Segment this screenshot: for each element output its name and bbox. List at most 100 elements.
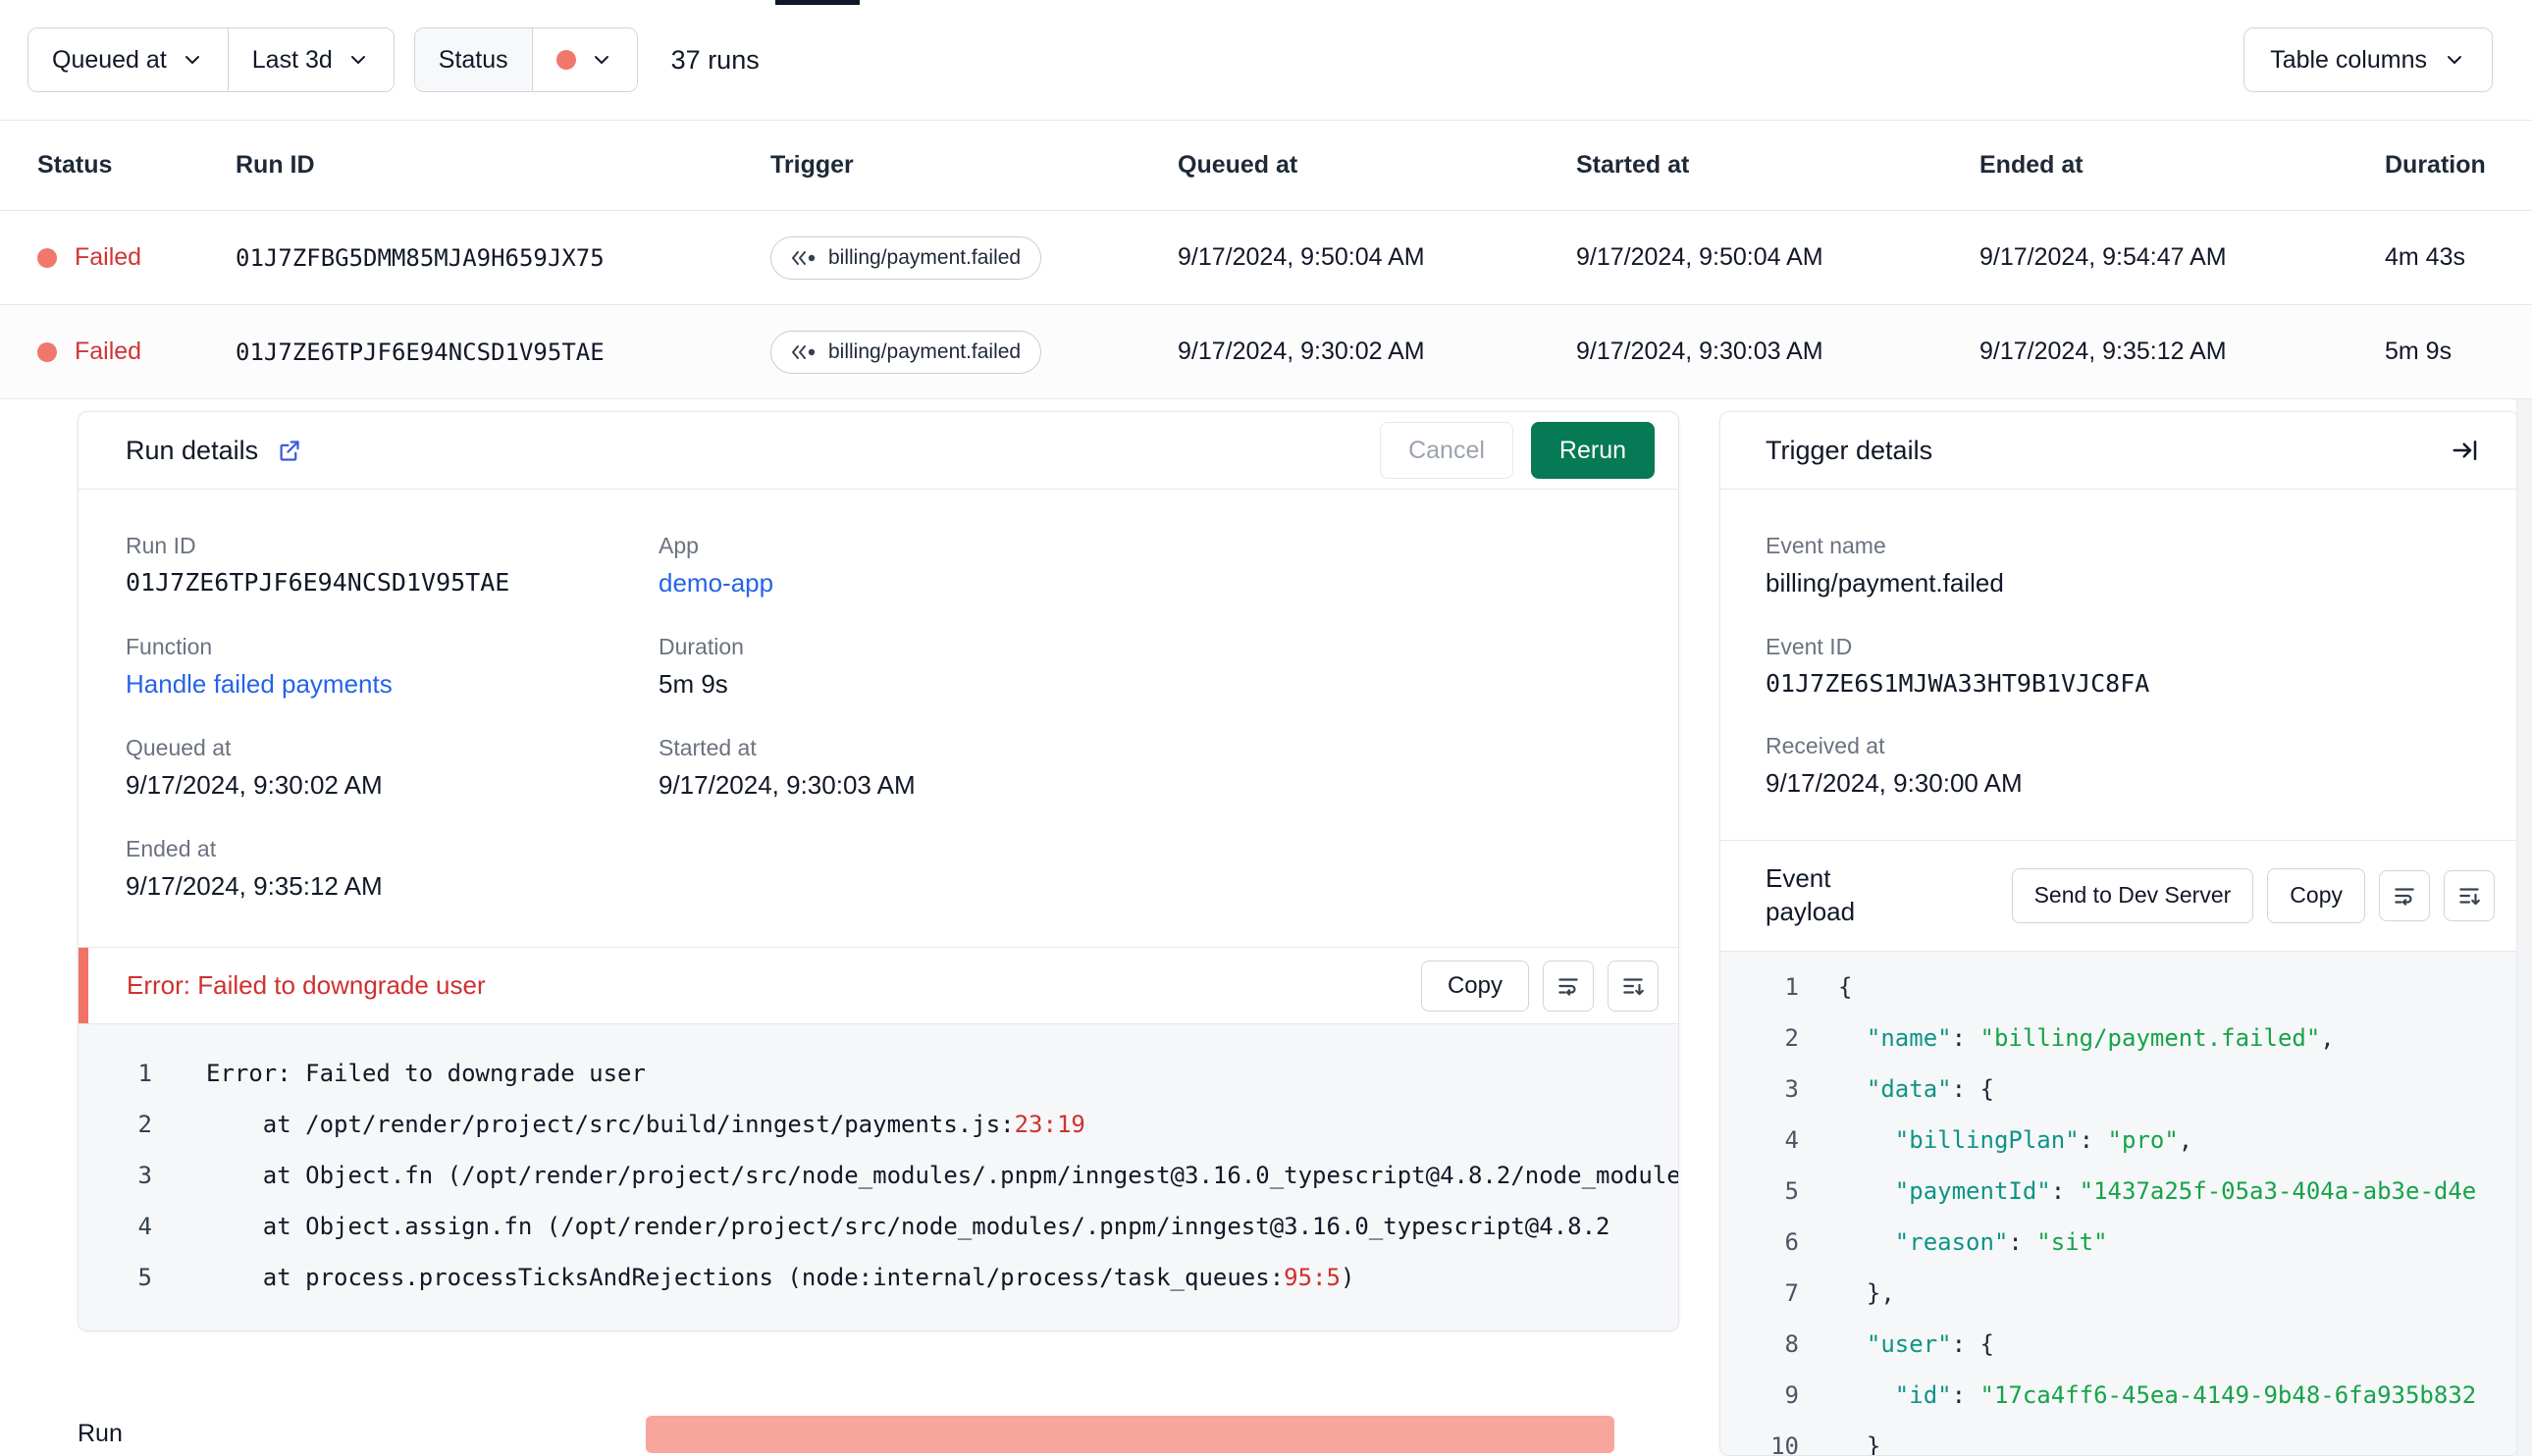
code-line: 1 Error: Failed to downgrade user (79, 1048, 1678, 1099)
queued-at-filter-button[interactable]: Queued at (28, 28, 228, 91)
field-label: Ended at (126, 836, 217, 861)
field-started-at: Started at 9/17/2024, 9:30:03 AM (659, 735, 1631, 801)
wrap-text-icon (1558, 977, 1578, 996)
filters-toolbar: Queued at Last 3d Status 37 runs Table c… (0, 0, 2532, 121)
vertical-scrollbar[interactable] (2516, 399, 2532, 1456)
date-range-filter-label: Last 3d (251, 45, 333, 74)
collapse-right-icon (2453, 441, 2477, 460)
copy-error-button[interactable]: Copy (1420, 960, 1529, 1012)
column-header-run-id[interactable]: Run ID (236, 151, 770, 180)
collapse-panel-button[interactable] (2442, 427, 2489, 474)
code-line: 10 } (1720, 1421, 2518, 1455)
received-at-value: 9/17/2024, 9:30:00 AM (1766, 768, 2023, 798)
table-row[interactable]: Failed 01J7ZFBG5DMM85MJA9H659JX75 billin… (0, 211, 2532, 305)
status-label: Failed (75, 243, 142, 271)
column-header-ended-at[interactable]: Ended at (1979, 151, 2385, 180)
trigger-event-pill[interactable]: billing/payment.failed (770, 235, 1042, 280)
wrap-text-icon (2395, 888, 2414, 906)
failed-status-dot-icon (37, 247, 57, 268)
trigger-details-fields: Event name billing/payment.failed Event … (1720, 489, 2518, 840)
code-line: 4 "billingPlan": "pro", (1720, 1115, 2518, 1166)
scroll-to-bottom-icon (1623, 977, 1644, 995)
line-number: 3 (1784, 1074, 1799, 1103)
run-details-panel: Run details Cancel Rerun Run ID 01J7ZE6T… (78, 411, 1679, 1331)
status-label: Failed (75, 338, 142, 365)
status-filter-label: Status (414, 28, 532, 91)
event-payload-title: Event payload (1766, 863, 1856, 926)
run-details-actions: Cancel Rerun (1380, 422, 1655, 479)
trigger-event-name: billing/payment.failed (828, 339, 1022, 363)
column-header-status[interactable]: Status (37, 151, 236, 180)
field-run-id: Run ID 01J7ZE6TPJF6E94NCSD1V95TAE (126, 533, 659, 598)
line-number: 2 (1784, 1023, 1799, 1052)
error-accent-stripe (79, 948, 88, 1023)
run-id-value: 01J7ZE6TPJF6E94NCSD1V95TAE (126, 568, 510, 597)
line-number: 5 (137, 1264, 152, 1291)
line-number: 4 (1784, 1125, 1799, 1154)
code-line: 2 at /opt/render/project/src/build/innge… (79, 1099, 1678, 1150)
queued-at-value: 9/17/2024, 9:30:02 AM (126, 770, 383, 800)
wrap-text-icon-button[interactable] (2379, 869, 2430, 921)
scroll-to-bottom-icon-button[interactable] (1608, 960, 1659, 1012)
started-at-value: 9/17/2024, 9:30:03 AM (659, 770, 916, 800)
trigger-event-pill[interactable]: billing/payment.failed (770, 330, 1042, 374)
wrap-text-icon-button[interactable] (1543, 960, 1594, 1012)
field-label: Received at (1766, 733, 1885, 758)
send-to-dev-server-button[interactable]: Send to Dev Server (2011, 867, 2254, 923)
function-link[interactable]: Handle failed payments (126, 669, 659, 700)
duration-cell: 5m 9s (2385, 338, 2453, 365)
started-at-cell: 9/17/2024, 9:30:03 AM (1576, 338, 1823, 365)
failed-status-dot-icon (555, 50, 576, 70)
failed-status-dot-icon (37, 341, 57, 362)
field-app: App demo-app (659, 533, 1631, 598)
field-label: Started at (659, 735, 757, 760)
queued-at-cell: 9/17/2024, 9:30:02 AM (1178, 338, 1425, 365)
line-number: 8 (1784, 1329, 1799, 1358)
table-header: Status Run ID Trigger Queued at Started … (0, 121, 2532, 211)
column-header-duration[interactable]: Duration (2385, 151, 2503, 180)
column-header-started-at[interactable]: Started at (1576, 151, 1979, 180)
table-row[interactable]: Failed 01J7ZE6TPJF6E94NCSD1V95TAE billin… (0, 305, 2532, 399)
timeline-run-label: Run (78, 1420, 123, 1447)
line-number: 5 (1784, 1176, 1799, 1205)
column-header-queued-at[interactable]: Queued at (1178, 151, 1576, 180)
run-drawer: Run details Cancel Rerun Run ID 01J7ZE6T… (0, 399, 2532, 1456)
runs-table-body: Failed 01J7ZFBG5DMM85MJA9H659JX75 billin… (0, 211, 2532, 399)
code-line: 3 "data": { (1720, 1064, 2518, 1115)
code-line: 4 at Object.assign.fn (/opt/render/proje… (79, 1201, 1678, 1252)
ended-at-value: 9/17/2024, 9:35:12 AM (126, 871, 383, 901)
field-received-at: Received at 9/17/2024, 9:30:00 AM (1766, 733, 2473, 799)
event-name-value: billing/payment.failed (1766, 568, 2004, 598)
external-link-icon[interactable] (276, 438, 302, 464)
event-id-value: 01J7ZE6S1MJWA33HT9B1VJC8FA (1766, 669, 2150, 698)
status-filter-control: Status (413, 27, 638, 92)
event-payload-header: Event payload Send to Dev Server Copy (1720, 840, 2518, 951)
trigger-cell: billing/payment.failed (770, 235, 1178, 280)
run-id-cell: 01J7ZE6TPJF6E94NCSD1V95TAE (236, 338, 605, 366)
scroll-to-bottom-icon-button[interactable] (2444, 869, 2495, 921)
run-id-cell: 01J7ZFBG5DMM85MJA9H659JX75 (236, 243, 605, 272)
rerun-button[interactable]: Rerun (1530, 422, 1655, 479)
run-details-column: Run details Cancel Rerun Run ID 01J7ZE6T… (78, 411, 1679, 1456)
status-filter-value-button[interactable] (531, 28, 637, 91)
app-link[interactable]: demo-app (659, 568, 1631, 598)
field-event-name: Event name billing/payment.failed (1766, 533, 2473, 598)
line-number: 3 (137, 1162, 152, 1189)
code-line: 2 "name": "billing/payment.failed", (1720, 1013, 2518, 1064)
trigger-details-header: Trigger details (1720, 412, 2518, 489)
copy-payload-button[interactable]: Copy (2267, 867, 2365, 923)
column-header-trigger[interactable]: Trigger (770, 151, 1178, 180)
line-number: 1 (1784, 972, 1799, 1001)
line-number: 6 (1784, 1227, 1799, 1256)
cancel-button[interactable]: Cancel (1380, 422, 1513, 479)
event-payload-actions: Send to Dev Server Copy (2011, 867, 2495, 923)
field-label: Run ID (126, 533, 196, 558)
run-timeline-bar[interactable] (646, 1416, 1614, 1453)
code-line: 5 at process.processTicksAndRejections (… (79, 1252, 1678, 1303)
code-line: 6 "reason": "sit" (1720, 1217, 2518, 1268)
event-payload-json: 1{2 "name": "billing/payment.failed", 3 "… (1720, 950, 2518, 1455)
code-line: 3 at Object.fn (/opt/render/project/src/… (79, 1150, 1678, 1201)
chevron-down-icon (594, 56, 608, 64)
date-range-filter-button[interactable]: Last 3d (227, 28, 394, 91)
table-columns-button[interactable]: Table columns (2243, 27, 2493, 92)
